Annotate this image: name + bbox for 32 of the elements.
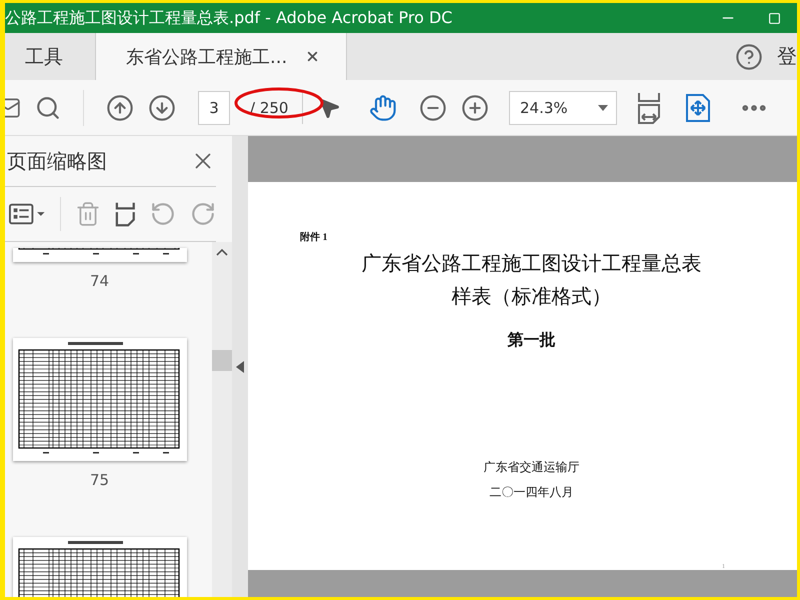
collapse-icon[interactable] [236, 360, 244, 372]
sign-in-link[interactable]: 登 [777, 33, 797, 80]
document-text: 第一批 [506, 330, 556, 351]
options-icon[interactable] [9, 203, 46, 225]
page-label: 74 [90, 272, 110, 290]
zoom-field[interactable]: 24.3% [509, 90, 617, 124]
scroll-thumb[interactable] [212, 350, 232, 371]
document-text: 广东省公路工程施工图设计工程量总表 [360, 252, 702, 277]
page-move-icon[interactable] [685, 94, 711, 122]
search-icon[interactable] [35, 94, 61, 120]
caret-icon [598, 104, 608, 110]
page-thumbnail[interactable] [12, 338, 186, 461]
page-thumbnail[interactable] [12, 248, 186, 262]
window-title: 公路工程施工图设计工程量总表.pdf - Adobe Acrobat Pro DC [5, 8, 454, 28]
document-text: 样表（标准格式） [450, 285, 612, 310]
document-text: 附件 1 [300, 230, 328, 244]
extract-icon[interactable] [115, 201, 136, 227]
scrollbar[interactable] [212, 242, 232, 597]
arrow-down-icon[interactable] [148, 94, 176, 122]
scroll-up-icon[interactable] [216, 248, 228, 256]
arrow-up-icon[interactable] [106, 94, 134, 122]
zoom-in-icon[interactable] [461, 94, 489, 122]
tab[interactable]: 东省公路工程施工... [96, 33, 348, 80]
page-number-field[interactable]: 3 [198, 90, 230, 124]
document-text: 广东省交通运输厅 [482, 459, 580, 476]
page-label: 75 [90, 471, 110, 489]
panel-title: 页面缩略图 [7, 148, 107, 174]
fit-page-icon[interactable] [637, 90, 661, 124]
document-text: 二〇一四年八月 [488, 484, 574, 501]
help-icon[interactable] [735, 42, 763, 70]
zoom-out-icon[interactable] [419, 94, 447, 122]
hand-icon[interactable] [369, 94, 397, 122]
